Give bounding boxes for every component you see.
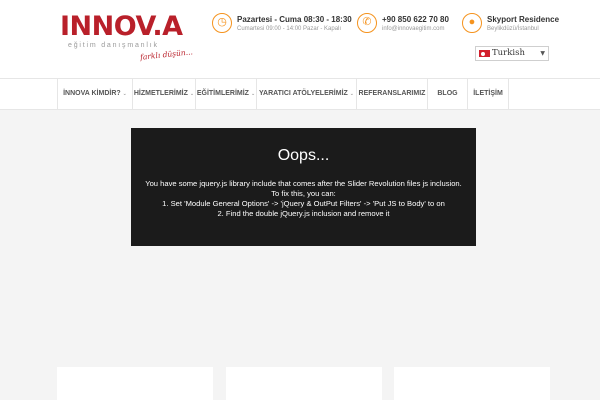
nav-item-referanslarimiz[interactable]: REFERANSLARIMIZ	[356, 79, 427, 109]
nav-item-label: YARATICI ATÖLYELERİMİZ	[258, 90, 348, 97]
location-pin-icon: ●	[462, 13, 482, 33]
nav-item-label: BLOG	[437, 90, 458, 97]
nav-item-blog[interactable]: BLOG	[427, 79, 467, 109]
nav-item-innova-kimdir[interactable]: İNNOVA KİMDİR? ⌄	[57, 79, 132, 109]
language-select[interactable]: Turkish ▼	[475, 46, 549, 61]
address-detail: Beylikdüzü/İstanbul	[487, 26, 539, 32]
nav-item-label: HİZMETLERİMİZ	[133, 90, 188, 97]
phone-icon: ✆	[357, 13, 377, 33]
nav-item-label: İLETİŞİM	[473, 90, 503, 97]
clock-icon: ◷	[212, 13, 232, 33]
hours-info: ◷ Pazartesi - Cuma 08:30 - 18:30 Cumarte…	[212, 13, 362, 45]
innova-logo[interactable]: INNOV.A eğitim danışmanlık farklı düşün.…	[60, 11, 193, 66]
nav-item-iletisim[interactable]: İLETİŞİM	[467, 79, 509, 109]
slider-error-box: Oops... You have some jquery.js library …	[131, 128, 476, 246]
turkey-flag-icon	[479, 50, 490, 57]
nav-item-hizmetlerimiz[interactable]: HİZMETLERİMİZ ⌄	[132, 79, 195, 109]
error-message-line: To fix this, you can:	[271, 189, 336, 198]
contact-info: ✆ +90 850 622 70 80 info@innovaegitim.co…	[357, 13, 452, 45]
error-message-line: 1. Set 'Module General Options' -> 'jQue…	[162, 199, 445, 208]
logo-wordmark: INNOV.A	[60, 11, 183, 42]
phone-number[interactable]: +90 850 622 70 80	[382, 15, 449, 25]
chevron-down-icon: ⌄	[250, 91, 256, 97]
error-message-line: You have some jquery.js library include …	[145, 179, 462, 188]
logo-subtitle: eğitim danışmanlık	[68, 42, 159, 49]
language-selected: Turkish	[492, 48, 525, 58]
address-title: Skyport Residence	[487, 15, 560, 24]
content-card	[57, 367, 213, 400]
nav-item-egitimlerimiz[interactable]: EĞİTİMLERİMİZ ⌄	[195, 79, 256, 109]
nav-item-label: REFERANSLARIMIZ	[358, 90, 426, 97]
page: INNOV.A eğitim danışmanlık farklı düşün.…	[0, 0, 600, 400]
chevron-down-icon: ⌄	[189, 91, 195, 97]
address-info: ● Skyport Residence Beylikdüzü/İstanbul	[462, 13, 572, 45]
chevron-down-icon: ⌄	[122, 91, 127, 97]
error-message-line: 2. Find the double jQuery.js inclusion a…	[217, 209, 390, 218]
nav-item-label: İNNOVA KİMDİR?	[63, 90, 121, 97]
error-title: Oops...	[277, 147, 330, 164]
content-card	[226, 367, 382, 400]
main-nav: İNNOVA KİMDİR? ⌄ HİZMETLERİMİZ ⌄ EĞİTİMLER…	[0, 78, 600, 110]
hours-detail: Cumartesi 09:00 - 14:00 Pazar - Kapalı	[237, 26, 342, 32]
content-card	[394, 367, 550, 400]
chevron-down-icon: ▼	[540, 50, 545, 57]
hours-title: Pazartesi - Cuma 08:30 - 18:30	[237, 15, 352, 24]
site-header: INNOV.A eğitim danışmanlık farklı düşün.…	[0, 0, 600, 78]
nav-item-label: EĞİTİMLERİMİZ	[196, 90, 249, 97]
chevron-down-icon: ⌄	[349, 91, 354, 97]
email-address[interactable]: info@innovaegitim.com	[382, 25, 444, 33]
nav-item-yaratici-atolyelerimiz[interactable]: YARATICI ATÖLYELERİMİZ ⌄	[256, 79, 356, 109]
